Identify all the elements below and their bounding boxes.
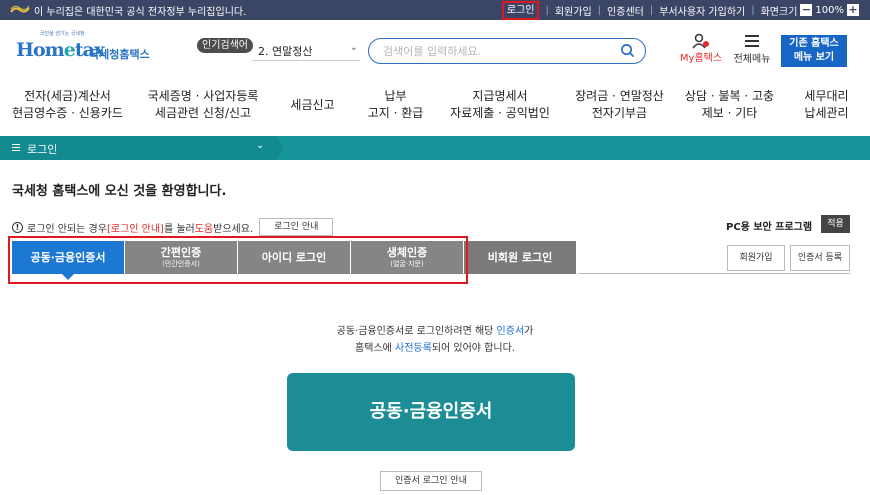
search-box bbox=[368, 38, 646, 64]
signup-button[interactable]: 회원가입 bbox=[727, 245, 785, 271]
cert-login-button[interactable]: 공동·금융인증서 bbox=[287, 373, 575, 451]
pc-security-label: PC용 보안 프로그램 bbox=[726, 222, 813, 233]
menu-icon bbox=[12, 144, 20, 151]
gov-logo-icon bbox=[10, 5, 30, 13]
popular-search-badge: 인기검색어 bbox=[197, 38, 253, 53]
nav-item-e-invoice[interactable]: 전자(세금)계산서 현금영수증 · 신용카드 bbox=[0, 78, 135, 132]
hometax-logo[interactable]: 국민을 섬기는 국세청 Hometax 국세청홈택스 bbox=[14, 30, 164, 66]
breadcrumb-current[interactable]: 로그인 ⌄ bbox=[0, 136, 276, 160]
dept-user-signup-link[interactable]: 부서사용자 가입하기 bbox=[659, 3, 745, 18]
nav-item-tax-filing[interactable]: 세금신고 bbox=[271, 78, 354, 132]
login-link[interactable]: 로그인 bbox=[501, 0, 540, 20]
user-icon bbox=[692, 33, 709, 49]
all-menu-button[interactable]: 전체메뉴 bbox=[730, 33, 774, 67]
nav-item-payment[interactable]: 납부 고지 · 환급 bbox=[354, 78, 437, 132]
nav-item-payment-statement[interactable]: 지급명세서 자료제출 · 공익법인 bbox=[437, 78, 563, 132]
cert-login-guide-button[interactable]: 인증서 로그인 안내 bbox=[380, 471, 482, 491]
site-header: 국민을 섬기는 국세청 Hometax 국세청홈택스 인기검색어 2. 연말정산… bbox=[0, 20, 870, 78]
cert-info-text: 공동·금융인증서로 로그인하려면 해당 인증서가 홈택스에 사전등록되어 있어야… bbox=[336, 326, 534, 354]
info-icon: ! bbox=[12, 221, 23, 233]
nav-item-certificates[interactable]: 국세증명 · 사업자등록 세금관련 신청/신고 bbox=[135, 78, 271, 132]
gov-notice-text: 이 누리집은 대한민국 공식 전자정부 누리집입니다. bbox=[34, 7, 247, 18]
utility-links: 로그인 | 회원가입 | 인증센터 | 부서사용자 가입하기 | 화면크기 − … bbox=[501, 0, 862, 20]
old-hometax-menu-button[interactable]: 기존 홈택스 메뉴 보기 bbox=[781, 35, 847, 67]
tabs-highlight bbox=[8, 236, 468, 284]
nav-item-tax-agent[interactable]: 세무대리 납세관리 bbox=[783, 78, 870, 132]
signup-link[interactable]: 회원가입 bbox=[555, 3, 592, 18]
zoom-out-button[interactable]: − bbox=[800, 4, 813, 16]
popular-search-select[interactable]: 2. 연말정산 ⌄ bbox=[252, 39, 360, 61]
screen-size-label: 화면크기 bbox=[760, 6, 798, 18]
tab-nonmember-login[interactable]: 비회원 로그인 bbox=[464, 241, 576, 274]
nav-item-year-end-settlement[interactable]: 장려금 · 연말정산 전자기부금 bbox=[563, 78, 676, 132]
zoom-level: 100% bbox=[815, 4, 844, 16]
hamburger-icon bbox=[745, 35, 759, 47]
tabs-divider bbox=[578, 273, 850, 274]
search-input[interactable] bbox=[383, 43, 603, 59]
my-hometax-button[interactable]: My홈택스 bbox=[677, 33, 725, 67]
page-title: 국세청 홈택스에 오신 것을 환영합니다. bbox=[12, 184, 227, 199]
breadcrumb: 로그인 ⌄ bbox=[0, 136, 870, 160]
login-guide-button[interactable]: 로그인 안내 bbox=[259, 218, 334, 236]
cert-register-button[interactable]: 인증서 등록 bbox=[790, 245, 850, 271]
zoom-in-button[interactable]: + bbox=[847, 4, 859, 16]
apply-security-button[interactable]: 적용 bbox=[821, 215, 850, 233]
chevron-down-icon: ⌄ bbox=[256, 140, 265, 151]
cert-center-link[interactable]: 인증센터 bbox=[607, 3, 644, 18]
main-nav: 전자(세금)계산서 현금영수증 · 신용카드 국세증명 · 사업자등록 세금관련 신… bbox=[0, 78, 870, 132]
login-guide-link[interactable]: [로그인 안내] bbox=[107, 220, 164, 235]
gov-strip: 이 누리집은 대한민국 공식 전자정부 누리집입니다. 로그인 | 회원가입 |… bbox=[0, 0, 870, 20]
chevron-down-icon: ⌄ bbox=[349, 42, 358, 53]
nav-item-consultation[interactable]: 상담 · 불복 · 고충 제보 · 기타 bbox=[676, 78, 783, 132]
search-icon[interactable] bbox=[620, 43, 635, 58]
login-notice: ! 로그인 안되는 경우 [로그인 안내] 를 눌러 도움 받으세요. 로그인 안내 bbox=[12, 218, 334, 236]
